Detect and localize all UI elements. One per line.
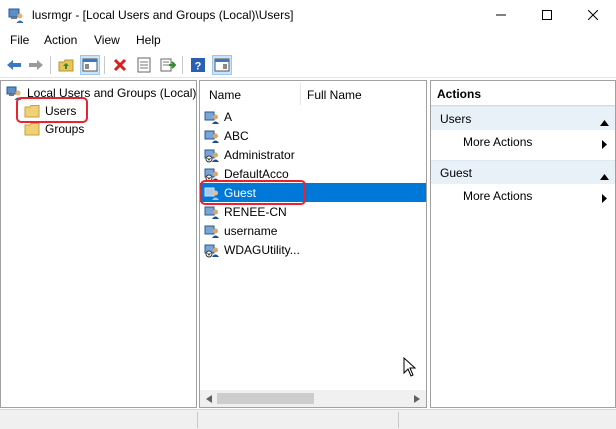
show-hide-console-tree-icon[interactable] (80, 55, 100, 75)
title-bar: lusrmgr - [Local Users and Groups (Local… (0, 0, 616, 30)
svg-text:?: ? (195, 61, 202, 73)
horizontal-scrollbar[interactable] (200, 390, 426, 407)
collapse-up-icon[interactable] (600, 169, 609, 183)
user-name: Administrator (224, 147, 295, 162)
up-folder-icon[interactable] (56, 55, 76, 75)
user-icon (204, 109, 220, 125)
user-icon (204, 128, 220, 144)
list-item[interactable]: ABC (200, 126, 426, 145)
mouse-pointer-icon (403, 356, 417, 377)
users-list-pane: Name Full Name A ABC Administrator Defau… (199, 80, 427, 408)
menu-help[interactable]: Help (136, 33, 161, 47)
maximize-button[interactable] (524, 0, 570, 30)
column-headers: Name Full Name (200, 81, 426, 107)
help-icon[interactable]: ? (188, 55, 208, 75)
more-actions-label: More Actions (463, 135, 533, 149)
forward-icon[interactable] (26, 55, 46, 75)
list-item[interactable]: A (200, 107, 426, 126)
actions-section-users[interactable]: Users (431, 106, 615, 130)
user-name: RENEE-CN (224, 204, 287, 219)
back-icon[interactable] (4, 55, 24, 75)
status-bar (0, 409, 616, 429)
properties-icon[interactable] (134, 55, 154, 75)
user-name: DefaultAcco (224, 166, 289, 181)
actions-section-guest[interactable]: Guest (431, 160, 615, 184)
console-tree-pane: Local Users and Groups (Local) Users Gro… (0, 80, 197, 408)
scroll-right-icon[interactable] (411, 393, 423, 404)
more-actions-guest[interactable]: More Actions (431, 184, 615, 208)
actions-section-label: Users (440, 111, 472, 126)
actions-pane: Actions Users More Actions Guest More Ac… (430, 80, 616, 408)
more-actions-label: More Actions (463, 189, 533, 203)
menu-bar: File Action View Help (0, 30, 616, 50)
column-header-name[interactable]: Name (209, 88, 241, 102)
collapse-up-icon[interactable] (600, 115, 609, 129)
show-hide-action-pane-icon[interactable] (212, 55, 232, 75)
scroll-left-icon[interactable] (203, 393, 215, 404)
tree-item-groups[interactable]: Groups (24, 120, 84, 138)
delete-icon[interactable] (110, 55, 130, 75)
actions-pane-title: Actions (431, 81, 615, 106)
list-item[interactable]: username (200, 221, 426, 240)
toolbar: ? (0, 52, 616, 78)
actions-section-label: Guest (440, 165, 473, 180)
disabled-user-icon (204, 147, 220, 163)
menu-view[interactable]: View (94, 33, 120, 47)
user-icon (204, 204, 220, 220)
user-name: ABC (224, 128, 249, 143)
submenu-arrow-icon (602, 192, 607, 206)
close-button[interactable] (570, 0, 616, 30)
scrollbar-thumb[interactable] (217, 393, 314, 404)
user-name: username (224, 223, 278, 238)
user-icon (204, 223, 220, 239)
more-actions-users[interactable]: More Actions (431, 130, 615, 154)
menu-file[interactable]: File (10, 33, 29, 47)
disabled-user-icon (204, 242, 220, 258)
window-title: lusrmgr - [Local Users and Groups (Local… (32, 8, 294, 22)
column-header-full-name[interactable]: Full Name (307, 88, 362, 102)
list-item[interactable]: WDAGUtility... (200, 240, 426, 259)
user-name: WDAGUtility... (224, 242, 300, 257)
list-item[interactable]: Administrator (200, 145, 426, 164)
export-list-icon[interactable] (158, 55, 178, 75)
minimize-button[interactable] (478, 0, 524, 30)
folder-icon (24, 121, 40, 137)
lusrmgr-app-icon (8, 7, 24, 23)
menu-action[interactable]: Action (44, 33, 77, 47)
annotation-highlight-guest (200, 180, 306, 205)
tree-item-label: Groups (45, 122, 85, 136)
submenu-arrow-icon (602, 138, 607, 152)
user-name: A (224, 109, 233, 124)
